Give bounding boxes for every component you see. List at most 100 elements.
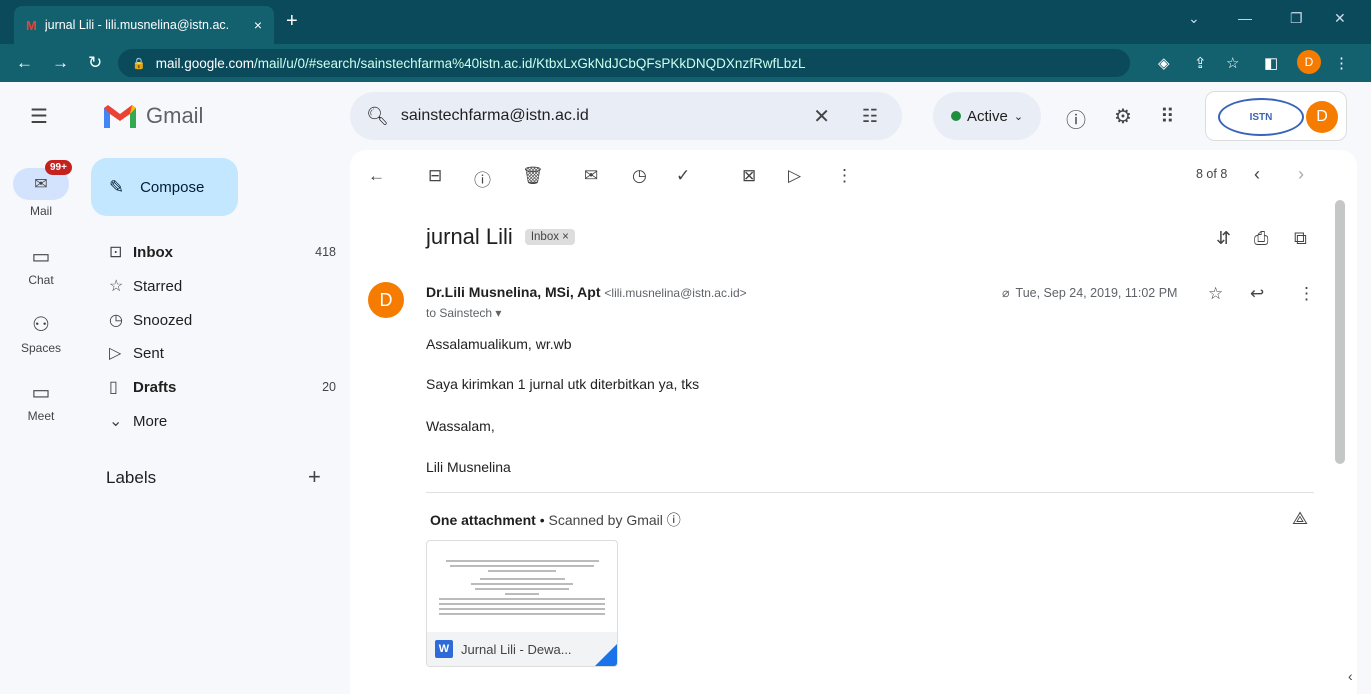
rail-chat[interactable]: ▭ Chat: [0, 244, 82, 287]
rail-mail-label: Mail: [29, 204, 52, 218]
folder-snoozed[interactable]: ◷ Snoozed: [91, 304, 336, 336]
add-to-tasks-icon[interactable]: ✓: [676, 166, 690, 186]
share-icon[interactable]: ⇪: [1194, 54, 1207, 72]
tab-close-icon[interactable]: ×: [254, 17, 262, 33]
subject-text: jurnal Lili: [426, 224, 513, 249]
gmail-wordmark: Gmail: [146, 103, 204, 128]
message-more-icon[interactable]: ⋮: [1298, 284, 1315, 304]
clear-search-icon[interactable]: ✕: [813, 104, 830, 129]
star-message-icon[interactable]: ☆: [1208, 284, 1223, 304]
reload-icon[interactable]: ↻: [88, 53, 102, 73]
newer-chevron-icon[interactable]: ‹: [1254, 164, 1260, 185]
gmail-favicon-icon: M: [26, 17, 37, 33]
search-input[interactable]: sainstechfarma@istn.ac.id: [401, 107, 589, 125]
account-avatar[interactable]: D: [1306, 101, 1338, 133]
settings-gear-icon[interactable]: ⚙: [1114, 104, 1132, 129]
help-icon[interactable]: ⓘ: [1066, 104, 1086, 133]
email-date: Tue, Sep 24, 2019, 11:02 PM: [1015, 285, 1178, 300]
send-icon: ▷: [109, 345, 122, 362]
url-path: /mail/u/0/#search/sainstechfarma%40istn.…: [254, 55, 806, 71]
rail-meet-label: Meet: [27, 409, 55, 423]
label-icon[interactable]: ▷: [788, 166, 801, 186]
folder-label: Inbox: [133, 243, 173, 261]
info-icon[interactable]: ⓘ: [667, 512, 681, 528]
side-panel-icon[interactable]: ◧: [1264, 54, 1278, 72]
delete-icon[interactable]: 🗑︎: [522, 166, 544, 186]
email-meta: ⌀ Tue, Sep 24, 2019, 11:02 PM: [1002, 285, 1178, 301]
folder-sent[interactable]: ▷ Sent: [91, 337, 336, 369]
rail-chat-label: Chat: [28, 273, 54, 287]
folder-inbox[interactable]: ⊡ Inbox 418: [91, 236, 336, 268]
folder-label: Sent: [133, 344, 164, 362]
tab-search-icon[interactable]: ⌄: [1188, 10, 1200, 27]
rail-spaces[interactable]: ⚇ Spaces: [0, 312, 82, 355]
attachment-header: One attachment • Scanned by Gmail ⓘ: [430, 510, 681, 530]
add-label-icon[interactable]: +: [308, 464, 321, 490]
forward-icon[interactable]: →: [52, 53, 69, 73]
status-selector[interactable]: Active ⌄: [933, 92, 1041, 140]
doc-corner-fold: [595, 644, 617, 666]
org-logo-text: ISTN: [1249, 111, 1273, 123]
rail-meet[interactable]: ▭ Meet: [0, 380, 82, 423]
extension-icon[interactable]: ◈: [1158, 54, 1170, 72]
meet-video-icon: ▭: [31, 382, 51, 404]
back-to-search-icon[interactable]: ←: [368, 166, 385, 186]
main-menu-icon[interactable]: ☰: [30, 104, 48, 129]
browser-tab-bar: M jurnal Lili - lili.musnelina@istn.ac. …: [0, 0, 1371, 44]
chat-icon: ▭: [31, 246, 51, 268]
scrollbar[interactable]: [1335, 200, 1345, 464]
inbox-label-chip[interactable]: Inbox ×: [524, 229, 575, 245]
search-icon[interactable]: 🔍︎: [366, 106, 389, 127]
pagination-text: 8 of 8: [1196, 167, 1228, 181]
url-field[interactable]: 🔒 mail.google.com /mail/u/0/#search/sain…: [118, 49, 1130, 77]
attachment-filename: Jurnal Lili - Dewa...: [461, 641, 572, 657]
search-options-icon[interactable]: ☷: [862, 106, 878, 127]
back-icon[interactable]: ←: [16, 53, 33, 73]
paperclip-icon: ⌀: [1002, 286, 1010, 300]
address-bar: ← → ↻ 🔒 mail.google.com /mail/u/0/#searc…: [0, 44, 1371, 82]
folder-label: More: [133, 412, 168, 430]
draft-icon: ▯: [109, 379, 118, 396]
spaces-icon: ⚇: [32, 314, 50, 336]
collapse-all-icon[interactable]: ⇵: [1216, 228, 1231, 249]
show-side-panel-icon[interactable]: ‹: [1348, 668, 1353, 684]
report-spam-icon[interactable]: ⓘ: [474, 166, 491, 191]
document-thumbnail: [437, 557, 607, 627]
bookmark-star-icon[interactable]: ☆: [1226, 54, 1239, 72]
archive-icon[interactable]: ⊟: [428, 166, 442, 186]
chevron-down-icon: ⌄: [1013, 110, 1024, 123]
open-new-window-icon[interactable]: ⧉: [1294, 228, 1307, 249]
organization-logo: ISTN: [1218, 98, 1304, 136]
clock-icon: ◷: [109, 312, 123, 329]
recipient-toggle[interactable]: to Sainstech ▾: [426, 306, 501, 320]
compose-button[interactable]: ✎ Compose: [91, 158, 238, 216]
status-dot-icon: [950, 111, 961, 121]
snooze-icon[interactable]: ◷: [632, 166, 647, 186]
add-to-drive-icon[interactable]: ⟁: [1292, 508, 1308, 529]
minimize-icon[interactable]: —: [1238, 10, 1252, 26]
lock-icon: 🔒: [132, 57, 146, 70]
browser-menu-icon[interactable]: ⋮: [1334, 54, 1349, 72]
folder-more[interactable]: ⌄ More: [91, 405, 336, 437]
gmail-logo[interactable]: Gmail: [102, 102, 203, 130]
restore-icon[interactable]: ❐: [1290, 10, 1303, 27]
attachment-card[interactable]: W Jurnal Lili - Dewa...: [426, 540, 618, 667]
browser-tab[interactable]: M jurnal Lili - lili.musnelina@istn.ac. …: [14, 6, 274, 44]
more-options-icon[interactable]: ⋮: [836, 166, 853, 186]
status-label: Active: [966, 107, 1008, 125]
sender-avatar[interactable]: D: [368, 282, 404, 318]
apps-grid-icon[interactable]: ⠿: [1160, 104, 1175, 129]
print-icon[interactable]: ⎙: [1254, 228, 1268, 249]
window-close-icon[interactable]: ✕: [1334, 10, 1346, 27]
folder-drafts[interactable]: ▯ Drafts 20: [91, 371, 336, 403]
new-tab-button[interactable]: +: [286, 10, 298, 33]
folder-starred[interactable]: ☆ Starred: [91, 270, 336, 302]
move-to-icon[interactable]: ⊠: [742, 166, 756, 186]
reply-icon[interactable]: ↩: [1250, 284, 1264, 304]
mark-unread-icon[interactable]: ✉: [584, 166, 598, 186]
rail-mail[interactable]: ✉ 99+ Mail: [0, 160, 82, 218]
search-bar[interactable]: 🔍︎ sainstechfarma@istn.ac.id ✕ ☷: [350, 92, 902, 140]
browser-profile-avatar[interactable]: D: [1297, 50, 1321, 74]
older-chevron-icon[interactable]: ›: [1298, 164, 1304, 185]
url-host: mail.google.com: [155, 55, 254, 71]
